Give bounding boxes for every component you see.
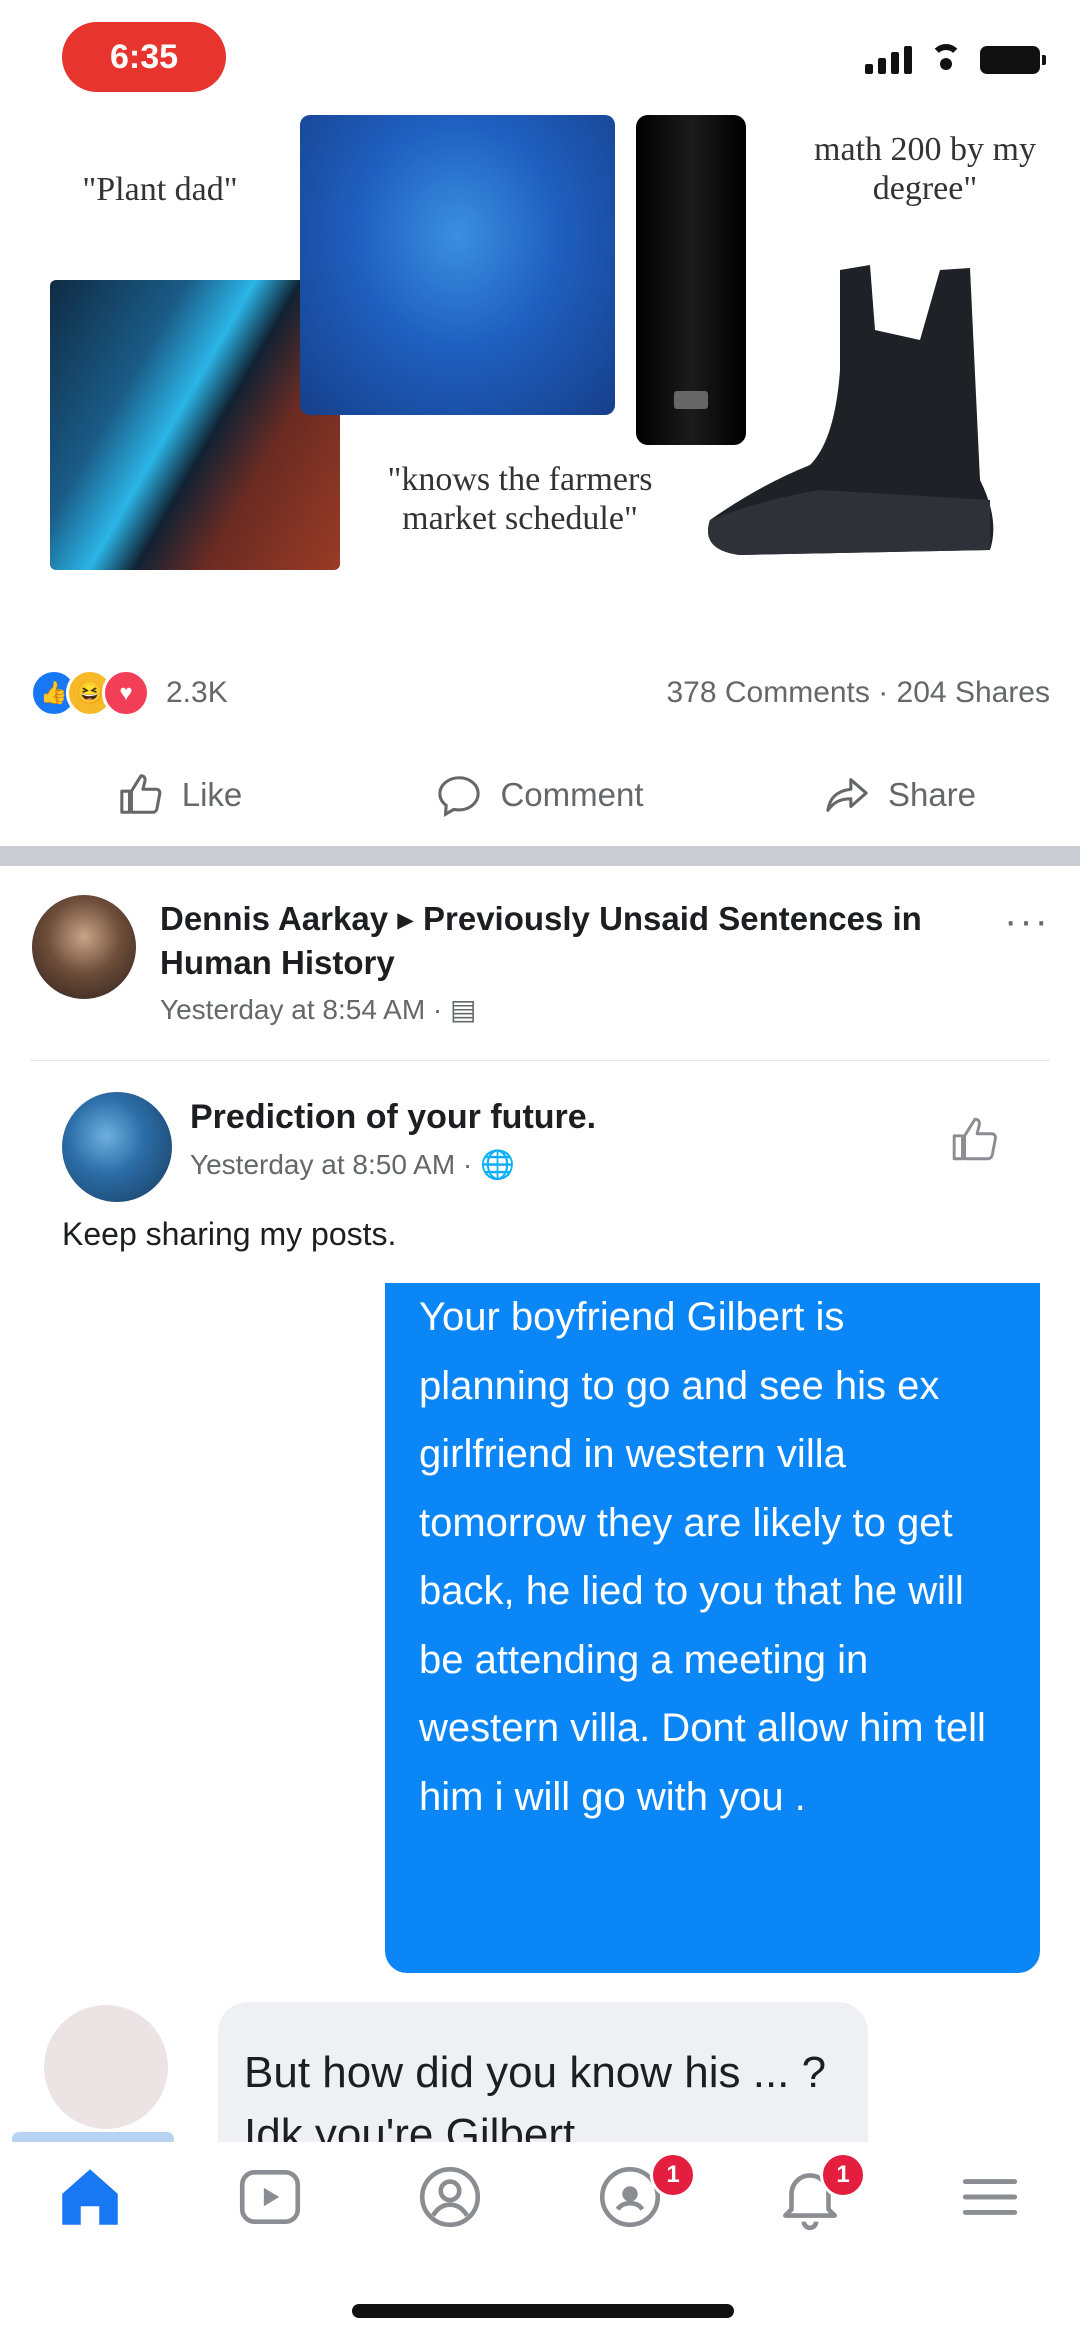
page-like-icon[interactable] [950, 1115, 1000, 1165]
shared-time-text: Yesterday at 8:50 AM · [190, 1149, 473, 1180]
reply-avatar[interactable] [44, 2005, 168, 2129]
shared-post-border [30, 1060, 1050, 1061]
share-button[interactable]: Share [720, 755, 1080, 835]
tab-menu[interactable] [900, 2142, 1080, 2252]
arrow-icon: ▸ [397, 900, 414, 937]
backpack-image [300, 115, 615, 415]
author-name[interactable]: Dennis Aarkay [160, 900, 388, 937]
tab-profile[interactable] [360, 2142, 540, 2252]
wifi-icon [926, 44, 966, 74]
shared-post-timestamp: Yesterday at 8:50 AM · 🌐 [190, 1148, 515, 1181]
tab-groups[interactable]: 1 [540, 2142, 720, 2252]
post-actions: Like Comment Share [0, 755, 1080, 835]
like-label: Like [181, 776, 243, 813]
reactions-summary[interactable]: 👍 😆 ♥ 2.3K 378 Comments · 204 Shares [30, 665, 1050, 721]
bottom-tab-bar: 1 1 [0, 2142, 1080, 2252]
author-avatar[interactable] [32, 895, 136, 999]
bike-helmet-image [50, 280, 340, 570]
menu-badge: 1 [820, 2152, 866, 2198]
status-bar: 6:35 [0, 0, 1080, 110]
home-icon [62, 2169, 118, 2225]
tab-home[interactable] [0, 2142, 180, 2252]
boot-image [708, 265, 994, 555]
home-indicator[interactable] [352, 2304, 734, 2318]
post-title: Dennis Aarkay ▸ Previously Unsaid Senten… [160, 897, 980, 985]
post-header: Dennis Aarkay ▸ Previously Unsaid Senten… [0, 885, 1080, 1035]
battery-icon [980, 46, 1046, 74]
shared-page-avatar[interactable] [62, 1092, 172, 1202]
comment-label: Comment [500, 776, 644, 813]
shared-post-text: Keep sharing my posts. [62, 1216, 397, 1252]
post-time-text: Yesterday at 8:54 AM · [160, 994, 443, 1025]
love-reaction-icon: ♥ [102, 669, 150, 717]
profile-icon [419, 2166, 481, 2228]
reply-text: But how did you know his ... ? Idk you'r… [244, 2048, 827, 2142]
message-bubble: Your boyfriend Gilbert is planning to go… [385, 1283, 1040, 1973]
notification-badge: 1 [650, 2152, 696, 2198]
more-options-button[interactable]: ··· [1004, 899, 1050, 944]
comments-shares-count[interactable]: 378 Comments · 204 Shares [666, 676, 1050, 710]
watch-icon [239, 2170, 301, 2224]
post-timestamp: Yesterday at 8:54 AM · ▤ [160, 993, 477, 1026]
status-time: 6:35 [62, 22, 226, 92]
tab-notifications[interactable]: 1 [720, 2142, 900, 2252]
menu-icon [962, 2179, 1018, 2215]
reaction-count: 2.3K [166, 676, 228, 709]
message-text: Your boyfriend Gilbert is planning to go… [419, 1295, 986, 1819]
meme-caption-math: math 200 by my degree" [814, 131, 1036, 208]
share-label: Share [887, 776, 977, 813]
globe-icon: 🌐 [480, 1149, 515, 1180]
comment-icon [438, 776, 481, 817]
meme-caption-market: "knows the farmers market schedule" [387, 461, 653, 538]
post-image[interactable]: "Plant dad" math 200 by my degree" "know… [0, 110, 1080, 620]
reply-bubble: But how did you know his ... ? Idk you'r… [218, 2002, 868, 2142]
status-icons [865, 44, 1046, 74]
comment-button[interactable]: Comment [360, 755, 720, 835]
tab-watch[interactable] [180, 2142, 360, 2252]
shared-page-name[interactable]: Prediction of your future. [190, 1098, 596, 1137]
group-privacy-icon: ▤ [450, 994, 477, 1025]
share-icon [826, 778, 868, 812]
thumbs-up-icon [120, 774, 162, 814]
like-button[interactable]: Like [0, 755, 360, 835]
feed-separator [0, 846, 1080, 866]
signal-icon [865, 46, 912, 74]
meme-caption-plant-dad: "Plant dad" [82, 171, 238, 208]
